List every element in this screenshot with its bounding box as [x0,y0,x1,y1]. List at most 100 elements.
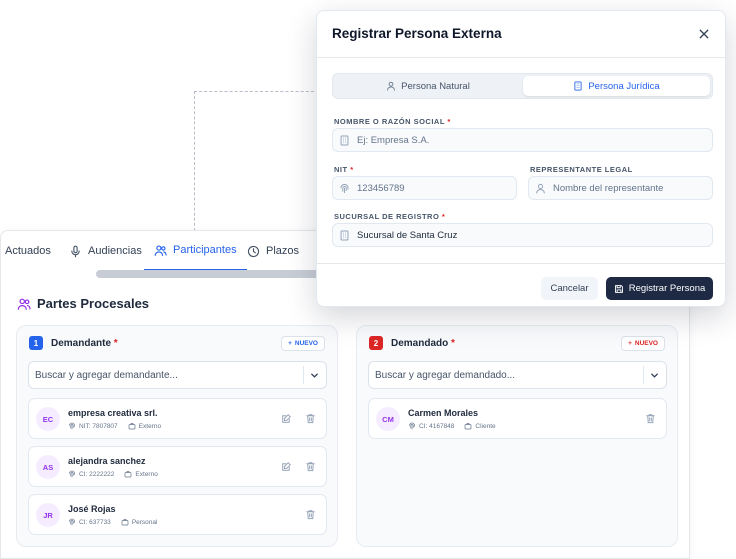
person-id: CI: 2222222 [79,470,115,478]
section-title: Partes Procesales [17,296,149,311]
party-title: Demandado * [391,338,455,349]
close-icon[interactable] [698,28,710,40]
cancel-button[interactable]: Cancelar [541,277,598,300]
person-type: Externo [135,470,158,478]
briefcase-icon [125,471,132,478]
avatar: JR [36,503,60,527]
razon-social-field[interactable]: Ej: Empresa S.A. [332,128,713,152]
edit-icon[interactable] [281,413,292,424]
tab-label: Plazos [266,245,300,257]
tab-actuados[interactable]: Actuados [5,231,51,271]
chevron-down-icon[interactable] [649,370,660,381]
representante-label: REPRESENTANTE LEGAL [530,165,633,174]
demandado-header: 2 Demandado * [369,336,455,350]
party-number-badge: 1 [29,336,43,350]
person-card[interactable]: JR José Rojas CI: 637733 Personal [28,494,327,535]
search-placeholder: Buscar y agregar demandado... [375,369,516,381]
nit-label: NIT * [334,165,354,174]
tab-participantes[interactable]: Participantes [144,231,247,271]
trash-icon[interactable] [305,461,316,472]
avatar: CM [376,407,400,431]
segment-persona-natural[interactable]: Persona Natural [335,76,521,96]
registrar-persona-button[interactable]: Registrar Persona [606,277,713,300]
tab-plazos[interactable]: Plazos [247,231,299,271]
demandante-column: 1 Demandante * + NUEVO Buscar y agregar … [16,325,338,547]
footer-divider [317,263,725,264]
user-icon [387,81,396,91]
field-value: Sucursal de Santa Cruz [357,229,458,241]
horizontal-scrollbar[interactable] [96,270,326,278]
divider [303,366,304,384]
demandante-search-input[interactable]: Buscar y agregar demandante... [28,361,327,389]
plus-icon: + [288,340,292,347]
party-title-text: Demandante [51,337,112,349]
representante-field[interactable]: Nombre del representante [528,176,713,200]
tab-label: Audiencias [88,245,142,257]
segment-persona-juridica[interactable]: Persona Jurídica [523,76,710,96]
fingerprint-icon [340,183,349,193]
person-name: José Rojas [68,504,116,514]
field-placeholder: Nombre del representante [553,182,664,194]
field-label-text: NOMBRE O RAZÓN SOCIAL [334,117,445,126]
clock-icon [247,245,260,257]
person-name: alejandra sanchez [68,456,146,466]
tab-audiencias[interactable]: Audiencias [69,231,142,271]
required-mark: * [113,337,118,349]
person-type: Externo [138,422,162,430]
field-label-text: NIT [334,165,348,174]
edit-icon[interactable] [281,461,292,472]
users-icon [154,244,167,256]
party-title-text: Demandado [391,337,449,349]
party-title: Demandante * [51,338,118,349]
segment-label: Persona Jurídica [588,80,660,92]
demandado-column: 2 Demandado * + NUEVO Buscar y agregar d… [356,325,678,547]
field-label-text: SUCURSAL DE REGISTRO [334,212,440,221]
save-button-label: Registrar Persona [628,283,706,294]
avatar: AS [36,455,60,479]
save-icon [614,284,623,293]
divider [643,366,644,384]
person-card[interactable]: CM Carmen Morales CI: 4167848 Cliente [368,398,667,439]
building-icon [574,81,582,91]
demandado-search-input[interactable]: Buscar y agregar demandado... [368,361,667,389]
fingerprint-icon [69,422,75,430]
new-demandante-button[interactable]: + NUEVO [281,336,325,351]
chevron-down-icon[interactable] [309,370,320,381]
modal-title: Registrar Persona Externa [332,26,502,41]
person-name: Carmen Morales [408,408,479,418]
nit-field[interactable]: 123456789 [332,176,517,200]
segment-label: Persona Natural [401,80,470,92]
required-mark: * [447,117,451,126]
field-label-text: REPRESENTANTE LEGAL [530,165,633,174]
briefcase-icon [121,519,129,526]
razon-social-label: NOMBRE O RAZÓN SOCIAL * [334,117,451,126]
user-icon [536,183,545,193]
sucursal-label: SUCURSAL DE REGISTRO * [334,212,445,221]
person-id: CI: 637733 [79,518,111,526]
microphone-icon [71,245,80,257]
field-placeholder: Ej: Empresa S.A. [357,134,430,146]
building-icon [340,135,349,145]
header-divider [317,57,725,58]
person-type: Personal [131,518,158,526]
party-number-badge: 2 [369,336,383,350]
person-id: NIT: 7807807 [79,422,118,430]
search-placeholder: Buscar y agregar demandante... [35,369,178,381]
fingerprint-icon [69,470,75,478]
person-meta: CI: 2222222 Externo [68,470,158,478]
new-button-label: NUEVO [634,340,658,347]
person-card[interactable]: EC empresa creativa srl. NIT: 7807807 Ex… [28,398,327,439]
plus-icon: + [628,340,632,347]
sucursal-select[interactable]: Sucursal de Santa Cruz [332,223,713,247]
demandante-header: 1 Demandante * [29,336,118,350]
field-placeholder: 123456789 [357,182,405,194]
person-meta: CI: 4167848 Cliente [408,422,496,430]
new-demandado-button[interactable]: + NUEVO [621,336,665,351]
avatar: EC [36,407,60,431]
trash-icon[interactable] [305,509,316,520]
person-card[interactable]: AS alejandra sanchez CI: 2222222 Externo [28,446,327,487]
tab-label: Participantes [173,244,237,256]
trash-icon[interactable] [645,413,656,424]
trash-icon[interactable] [305,413,316,424]
person-name: empresa creativa srl. [68,408,158,418]
